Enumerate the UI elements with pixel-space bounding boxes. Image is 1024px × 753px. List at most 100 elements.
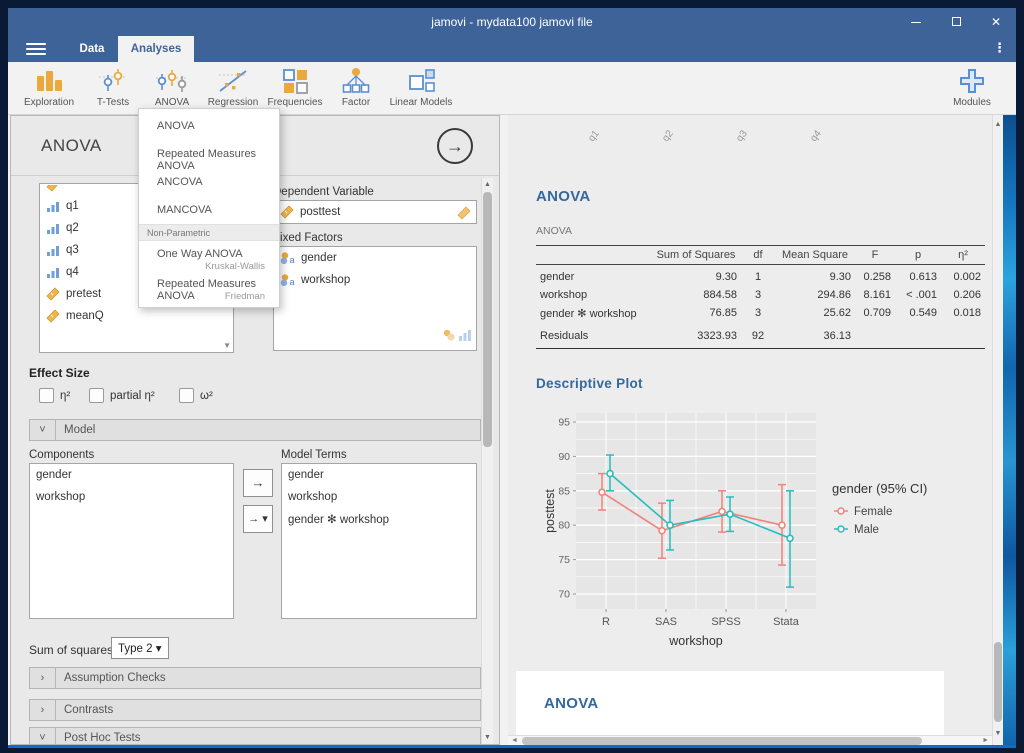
continuous-drop-hint-icon bbox=[457, 206, 471, 220]
options-scrollbar-thumb[interactable] bbox=[483, 192, 492, 447]
effect-size-eta[interactable]: η² bbox=[39, 388, 70, 403]
linear-models-icon bbox=[407, 67, 435, 95]
checkbox[interactable] bbox=[89, 388, 104, 403]
close-icon: ✕ bbox=[991, 15, 1001, 29]
assumption-checks-section[interactable]: › Assumption Checks bbox=[29, 667, 481, 689]
fixed-factors-label: Fixed Factors bbox=[273, 232, 343, 244]
svg-text:R: R bbox=[602, 616, 610, 628]
results-col-header: q3 bbox=[734, 128, 750, 144]
jamovi-window: jamovi - mydata100 jamovi file ✕ Data An… bbox=[8, 8, 1016, 745]
fixed-factors-box[interactable]: a gender a workshop bbox=[273, 246, 477, 351]
anova-results-heading[interactable]: ANOVA bbox=[536, 188, 591, 205]
results-scrollbar[interactable]: ▲ ▼ bbox=[992, 115, 1003, 745]
add-term-button[interactable]: → bbox=[243, 469, 273, 497]
svg-text:70: 70 bbox=[558, 589, 570, 601]
run-analysis-button[interactable]: → bbox=[437, 128, 473, 164]
menu-item-mancova[interactable]: MANCOVA bbox=[139, 204, 279, 216]
fixed-factor-gender[interactable]: a gender bbox=[274, 247, 476, 269]
menu-item-rm-anova[interactable]: Repeated Measures ANOVA bbox=[139, 148, 279, 172]
next-anova-heading[interactable]: ANOVA bbox=[544, 695, 599, 712]
ribbon-regression[interactable]: Regression bbox=[202, 66, 264, 112]
factor-icon bbox=[341, 67, 371, 95]
hamburger-menu-icon[interactable] bbox=[26, 43, 46, 55]
contrasts-section[interactable]: › Contrasts bbox=[29, 699, 481, 721]
dependent-variable-item[interactable]: posttest bbox=[274, 201, 476, 223]
scroll-up-icon[interactable]: ▲ bbox=[482, 181, 493, 188]
component-gender[interactable]: gender bbox=[30, 464, 233, 486]
anova-table-header-row: Sum of Squares df Mean Square F p η² bbox=[536, 245, 985, 265]
component-workshop[interactable]: workshop bbox=[30, 486, 233, 508]
accepted-types-icons bbox=[442, 328, 472, 347]
ordinal-variable-icon bbox=[46, 200, 60, 213]
menu-item-anova[interactable]: ANOVA bbox=[139, 120, 279, 132]
minimize-button[interactable] bbox=[896, 8, 936, 36]
scroll-left-icon[interactable]: ◄ bbox=[511, 737, 518, 744]
menu-item-one-way-anova[interactable]: One Way ANOVA bbox=[139, 248, 279, 260]
maximize-icon bbox=[952, 17, 961, 26]
continuous-variable-icon bbox=[46, 287, 60, 301]
list-scroll-down-icon[interactable]: ▼ bbox=[223, 341, 231, 350]
model-terms-list[interactable]: gender workshop gender ✻ workshop bbox=[281, 463, 477, 619]
checkbox[interactable] bbox=[179, 388, 194, 403]
chevron-down-icon: ˅ bbox=[30, 420, 56, 440]
svg-text:80: 80 bbox=[558, 520, 570, 532]
menu-section-nonparametric: Non-Parametric bbox=[139, 224, 279, 241]
tab-analyses[interactable]: Analyses bbox=[118, 36, 194, 62]
results-scrollbar-thumb[interactable] bbox=[994, 642, 1002, 722]
descriptive-plot-heading[interactable]: Descriptive Plot bbox=[536, 376, 643, 391]
ribbon-exploration[interactable]: Exploration bbox=[18, 66, 80, 112]
menu-item-ancova[interactable]: ANCOVA bbox=[139, 176, 279, 188]
ordinal-variable-icon bbox=[46, 222, 60, 235]
table-row: Residuals3323.939236.13 bbox=[536, 327, 985, 349]
scroll-up-icon[interactable]: ▲ bbox=[993, 121, 1003, 128]
options-scrollbar[interactable]: ▲ ▼ bbox=[481, 178, 493, 744]
fixed-factor-workshop[interactable]: a workshop bbox=[274, 269, 476, 291]
more-options-icon[interactable]: ⋮ bbox=[993, 40, 1006, 56]
results-col-header: q2 bbox=[660, 128, 676, 144]
next-analysis-card[interactable]: ANOVA bbox=[516, 671, 944, 735]
variable-item-meanQ[interactable]: meanQ bbox=[40, 305, 233, 327]
tab-data[interactable]: Data bbox=[66, 36, 118, 62]
frequencies-icon bbox=[282, 68, 309, 95]
checkbox[interactable] bbox=[39, 388, 54, 403]
chevron-down-icon: ˅ bbox=[30, 728, 56, 745]
svg-text:SAS: SAS bbox=[655, 616, 677, 628]
anova-table-title: ANOVA bbox=[536, 225, 572, 237]
ribbon-t-tests[interactable]: T-Tests bbox=[84, 66, 142, 112]
scroll-right-icon[interactable]: ► bbox=[982, 737, 989, 744]
window-title: jamovi - mydata100 jamovi file bbox=[8, 15, 1016, 29]
effect-size-omega[interactable]: ω² bbox=[179, 388, 213, 403]
add-term-menu-button[interactable]: → ▾ bbox=[243, 505, 273, 533]
anova-icon bbox=[155, 67, 189, 95]
results-horizontal-scrollbar[interactable]: ◄ ► bbox=[508, 735, 992, 745]
scroll-down-icon[interactable]: ▼ bbox=[482, 734, 493, 741]
ribbon-factor[interactable]: Factor bbox=[330, 66, 382, 112]
ribbon-modules[interactable]: Modules bbox=[942, 66, 1002, 112]
sum-of-squares-select[interactable]: Type 2 ▾ bbox=[111, 637, 169, 659]
svg-text:workshop: workshop bbox=[668, 634, 723, 648]
anova-dropdown-menu: ANOVA Repeated Measures ANOVA ANCOVA MAN… bbox=[138, 108, 280, 308]
components-label: Components bbox=[29, 449, 94, 461]
model-section-header[interactable]: ˅ Model bbox=[29, 419, 481, 441]
term-workshop[interactable]: workshop bbox=[282, 486, 476, 508]
continuous-variable-icon bbox=[280, 205, 294, 219]
close-button[interactable]: ✕ bbox=[976, 8, 1016, 36]
term-interaction[interactable]: gender ✻ workshop bbox=[282, 508, 476, 530]
t-tests-icon bbox=[98, 67, 128, 95]
term-gender[interactable]: gender bbox=[282, 464, 476, 486]
title-bar[interactable]: jamovi - mydata100 jamovi file ✕ bbox=[8, 8, 1016, 36]
maximize-button[interactable] bbox=[936, 8, 976, 36]
ribbon-linear-models[interactable]: Linear Models bbox=[384, 66, 458, 112]
tab-bar: Data Analyses ⋮ bbox=[8, 36, 1016, 62]
components-list[interactable]: gender workshop bbox=[29, 463, 234, 619]
table-row: workshop884.583294.868.161< .0010.206 bbox=[536, 286, 985, 304]
ribbon-frequencies[interactable]: Frequencies bbox=[264, 66, 326, 112]
effect-size-partial-eta[interactable]: partial η² bbox=[89, 388, 155, 403]
dependent-variable-box[interactable]: posttest bbox=[273, 200, 477, 224]
post-hoc-tests-section[interactable]: ˅ Post Hoc Tests bbox=[29, 727, 481, 745]
results-col-header: q4 bbox=[808, 128, 824, 144]
svg-text:SPSS: SPSS bbox=[711, 616, 740, 628]
horizontal-scrollbar-thumb[interactable] bbox=[522, 737, 922, 745]
scroll-down-icon[interactable]: ▼ bbox=[993, 730, 1003, 737]
ribbon-anova[interactable]: ANOVA bbox=[144, 66, 200, 112]
